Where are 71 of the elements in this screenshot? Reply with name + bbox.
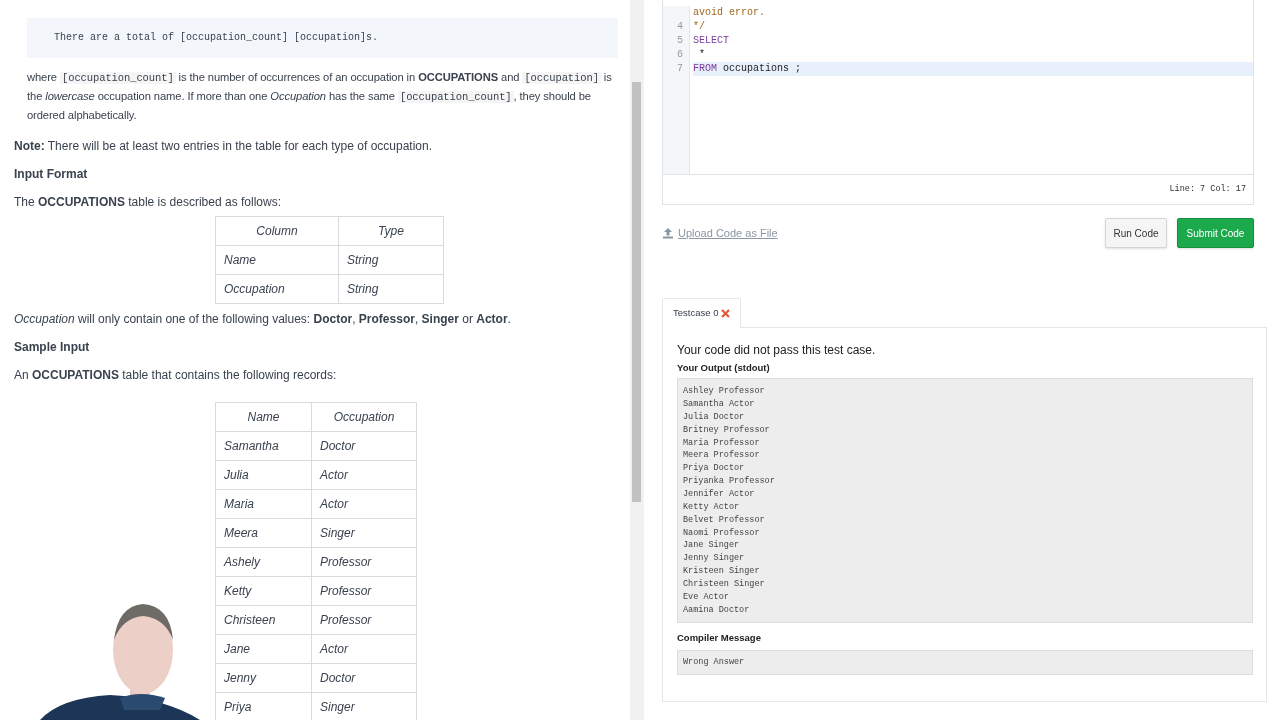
code-line: */ (693, 20, 706, 34)
table-cell: Maria (215, 489, 312, 519)
output-line: Jenny Singer (683, 552, 746, 566)
paragraph: Occupation will only contain one of the following values: Doctor, Professor, Singer or Actor. (14, 311, 512, 328)
output-heading: Your Output (stdout) (677, 361, 771, 375)
output-line: Priyanka Professor (683, 475, 776, 488)
column-header: Column (215, 216, 339, 246)
table-cell: Professor (311, 605, 417, 635)
line-number: 5 (676, 34, 683, 48)
table-cell: Ashely (215, 547, 312, 577)
compiler-message: Wrong Answer (677, 649, 1253, 675)
testcase-tab[interactable]: Testcase 0 (662, 298, 742, 328)
table-cell: Julia (215, 460, 312, 490)
column-header: Name (215, 402, 312, 432)
code-line: SELECT (693, 34, 730, 48)
output-line: Ketty Actor (683, 500, 741, 514)
table-cell: Jenny (215, 663, 312, 693)
code-line: * (698, 48, 706, 62)
output-line: Britney Professor (683, 423, 771, 437)
table-cell: Samantha (215, 431, 312, 461)
output-line: Maria Professor (683, 436, 761, 450)
section-heading: Input Format (14, 166, 89, 183)
output-line: Priya Doctor (683, 462, 746, 476)
output-line: Naomi Professor (683, 526, 761, 540)
cross-icon (721, 309, 731, 318)
cursor-position: Line: 7 Col: 17 (1169, 183, 1246, 196)
line-number: 7 (676, 62, 683, 76)
paragraph: where [occupation_count] is the number of occurrences of an occupation in OCCUPATIONS and [occupation] is the lowercase occupation name. If more than one Occupation has the same [occupation_count] , they should be ordered alphabetically. (26, 70, 613, 123)
output-line: Julia Doctor (683, 410, 746, 424)
table-cell: Professor (311, 547, 417, 577)
section-heading: Sample Input (14, 339, 91, 356)
table-cell: Actor (311, 460, 417, 490)
column-header: Type (338, 216, 444, 246)
table-cell: Actor (311, 489, 417, 519)
output-line: Jennifer Actor (683, 488, 756, 501)
output-line: Jane Singer (683, 539, 741, 553)
table-cell: Christeen (215, 605, 312, 635)
table-cell: Doctor (311, 431, 417, 461)
line-number: 4 (676, 20, 683, 34)
run-button[interactable]: Run Code (1105, 218, 1167, 248)
table-cell: Jane (215, 634, 312, 664)
upload-icon (662, 227, 674, 239)
table-cell: Priya (215, 692, 312, 720)
paragraph: Note: There will be at least two entries in the table for each type of occupation. (14, 138, 433, 155)
table-cell: Professor (311, 576, 417, 606)
table-cell: Ketty (215, 576, 312, 606)
output-line: Christeen Singer (683, 577, 766, 591)
table-cell: Singer (311, 518, 417, 548)
table-cell: Occupation (215, 274, 339, 304)
output-line: Samantha Actor (683, 398, 756, 411)
compiler-heading: Compiler Message (677, 631, 762, 646)
table-cell: String (338, 245, 444, 275)
paragraph: The OCCUPATIONS table is described as follows: (14, 194, 282, 211)
table-cell: String (338, 274, 444, 304)
code-block: There are a total of [occupation_count] [occupation]s. (27, 18, 618, 58)
output-line: Aamina Doctor (683, 603, 751, 617)
output-line: Ashley Professor (683, 385, 766, 399)
code-line: avoid error. (693, 6, 766, 20)
table-cell: Doctor (311, 663, 417, 693)
output-line: Belvet Professor (683, 513, 766, 527)
table-cell: Meera (215, 518, 312, 548)
table-cell: Actor (311, 634, 417, 664)
output-line: Meera Professor (683, 449, 761, 463)
scrollbar[interactable] (630, 0, 644, 720)
table-cell: Name (215, 245, 339, 275)
paragraph: An OCCUPATIONS table that contains the following records: (14, 367, 338, 384)
output-line: Eve Actor (683, 590, 730, 604)
line-number: 6 (676, 48, 683, 62)
result-message: Your code did not pass this test case. (677, 342, 877, 359)
output-line: Kristeen Singer (683, 565, 761, 578)
column-header: Occupation (311, 402, 417, 432)
